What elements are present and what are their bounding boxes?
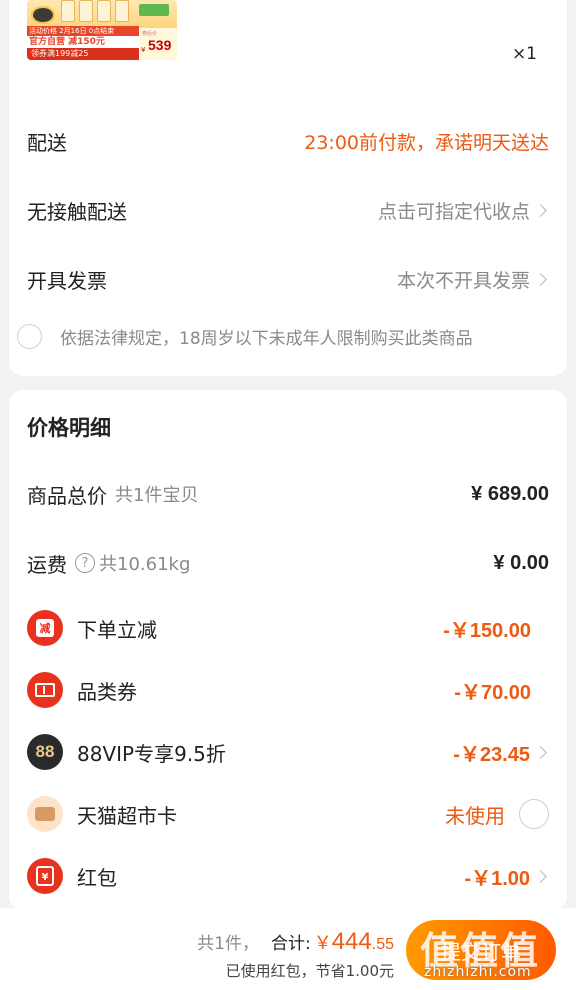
weight-text: 共10.61kg: [99, 554, 191, 575]
invoice-value-text: 本次不开具发票: [396, 269, 530, 292]
row-label: 商品总价: [27, 483, 107, 508]
tmall-card-row: 天猫超市卡 未使用: [27, 796, 549, 832]
row-amount: -￥23.45: [453, 738, 549, 767]
goods-total-row: 商品总价 共1件宝贝 ¥ 689.00: [27, 476, 549, 512]
amount-text: -￥70.00: [454, 681, 531, 704]
shipping-row: 配送 23:00前付款，承诺明天送达: [27, 126, 549, 156]
instant-discount-row: 减 下单立减 -￥150.00: [27, 610, 549, 646]
contactless-value-text: 点击可指定代收点: [377, 200, 530, 223]
coupon-icon: [27, 672, 63, 708]
row-amount: -￥70.00: [454, 676, 549, 705]
discount-icon-text: 减: [36, 619, 54, 637]
row-amount: 未使用: [445, 799, 549, 829]
promo-strip: 官方自营 减150元: [27, 36, 139, 48]
invoice-row[interactable]: 开具发票 本次不开具发票: [27, 264, 549, 294]
card-icon: [27, 796, 63, 832]
amount-text: -￥1.00: [464, 867, 530, 890]
row-sub: ? 共10.61kg: [75, 550, 190, 576]
chevron-right-icon: [534, 869, 547, 883]
amount-text: -￥23.45: [453, 743, 530, 766]
shipping-value: 23:00前付款，承诺明天送达: [304, 131, 549, 154]
promo-badge: [139, 4, 169, 16]
price-detail-card: 价格明细 商品总价 共1件宝贝 ¥ 689.00 运费 ? 共10.61kg ¥…: [9, 390, 567, 910]
row-label: 下单立减: [77, 617, 157, 642]
tmall-card-radio[interactable]: [519, 799, 549, 829]
contactless-delivery-row[interactable]: 无接触配送 点击可指定代收点: [27, 195, 549, 225]
contactless-value: 点击可指定代收点: [378, 197, 549, 224]
thumb-price: 539: [148, 37, 172, 53]
vip88-row[interactable]: 88 88VIP专享9.5折 -￥23.45: [27, 734, 549, 770]
total-label: 合计:: [270, 934, 311, 954]
row-label: 红包: [77, 865, 117, 890]
total-line: 共1件， 合计: ￥ 444 .55: [197, 928, 394, 956]
product-thumbnail[interactable]: 活动价格 2月16日 0点结束 官方自营 减150元 领券满199减25 券后价…: [27, 0, 177, 60]
chevron-right-icon: [534, 745, 547, 759]
saving-note: 已使用红包，节省1.00元: [225, 962, 394, 980]
category-coupon-row: 品类券 -￥70.00: [27, 672, 549, 708]
red-packet-icon-text: ¥: [36, 866, 54, 886]
invoice-label: 开具发票: [27, 268, 107, 293]
order-info-card: 活动价格 2月16日 0点结束 官方自营 减150元 领券满199减25 券后价…: [9, 0, 567, 376]
chevron-right-icon: [534, 272, 547, 286]
row-amount: ¥ 689.00: [471, 482, 549, 505]
bottle-image: [79, 0, 93, 22]
bottle-image: [61, 0, 75, 22]
vip88-icon: 88: [27, 734, 63, 770]
row-sub: 共1件宝贝: [115, 485, 199, 506]
legal-notice-row: 依据法律规定，18周岁以下未成年人限制购买此类商品: [17, 324, 473, 349]
thumb-price-box: 券后价 ¥ 539: [139, 28, 177, 60]
legal-notice-text: 依据法律规定，18周岁以下未成年人限制购买此类商品: [60, 329, 473, 349]
row-label: 品类券: [77, 679, 137, 704]
shipping-fee-row: 运费 ? 共10.61kg ¥ 0.00: [27, 545, 549, 581]
bottle-image: [97, 0, 111, 22]
total-integer: 444: [331, 928, 372, 955]
legal-agree-radio[interactable]: [17, 324, 42, 349]
discount-icon: 减: [27, 610, 63, 646]
promo-strip: 领券满199减25: [27, 48, 139, 60]
red-packet-row[interactable]: ¥ 红包 -￥1.00: [27, 858, 549, 894]
row-amount: ¥ 0.00: [493, 551, 549, 574]
watermark-url: zhizhizhi.com: [424, 964, 532, 980]
product-quantity: ×1: [511, 44, 537, 64]
shipping-label: 配送: [27, 130, 67, 155]
promo-strip: 活动价格 2月16日 0点结束: [27, 26, 139, 36]
row-amount: -￥150.00: [443, 614, 549, 643]
total-currency: ￥: [313, 933, 332, 954]
row-amount: -￥1.00: [464, 862, 549, 891]
bottle-image: [115, 0, 129, 22]
thumb-price-symbol: ¥: [141, 46, 146, 54]
thumb-price-label: 券后价: [142, 31, 158, 37]
chevron-right-icon: [534, 203, 547, 217]
price-detail-title: 价格明细: [27, 416, 111, 440]
red-packet-icon: ¥: [27, 858, 63, 894]
invoice-value: 本次不开具发票: [397, 266, 549, 293]
row-label: 运费: [27, 552, 67, 577]
contactless-label: 无接触配送: [27, 199, 127, 224]
total-decimal: .55: [371, 936, 394, 953]
row-label: 88VIP专享9.5折: [77, 741, 226, 766]
mascot-icon: [31, 6, 55, 24]
item-count: 共1件，: [197, 934, 259, 954]
help-icon[interactable]: ?: [75, 553, 95, 573]
amount-text: 未使用: [445, 803, 505, 828]
checkout-bar: 共1件， 合计: ￥ 444 .55 已使用红包，节省1.00元 提交订单 值值…: [0, 908, 576, 990]
amount-text: -￥150.00: [443, 619, 531, 642]
row-label: 天猫超市卡: [77, 803, 177, 828]
